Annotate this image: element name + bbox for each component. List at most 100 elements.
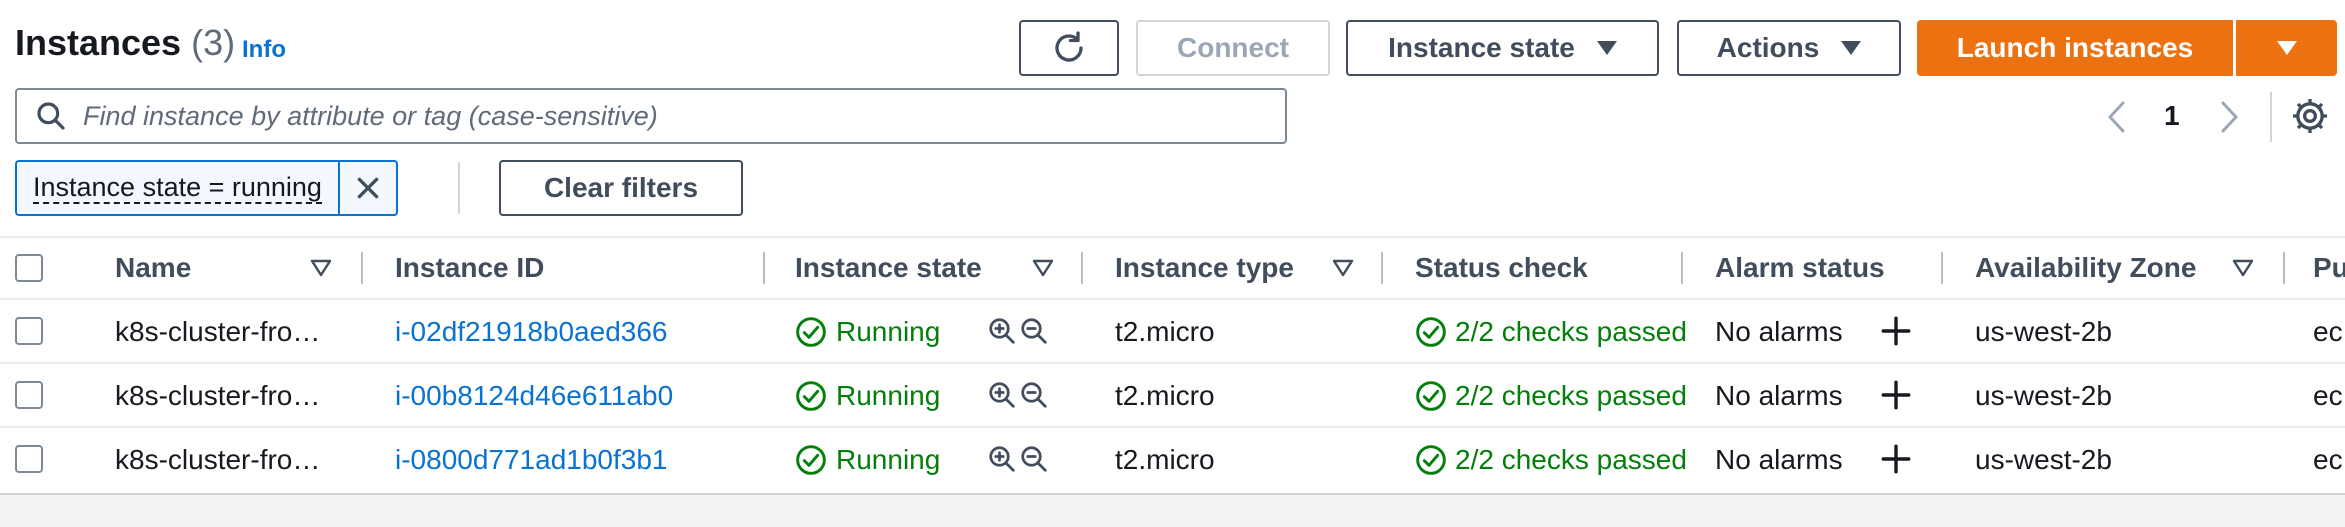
page-number[interactable]: 1: [2164, 100, 2180, 132]
actions-dropdown[interactable]: Actions: [1677, 20, 1901, 76]
zoom-in-icon[interactable]: [987, 380, 1017, 410]
instance-state-value: Running: [836, 444, 941, 475]
sort-caret-icon[interactable]: [309, 258, 333, 278]
instance-state-value: Running: [836, 316, 941, 347]
column-divider[interactable]: [1081, 252, 1083, 284]
launch-instances-label: Launch instances: [1956, 32, 2194, 63]
table-top-border: [0, 236, 2345, 238]
column-divider[interactable]: [1381, 252, 1383, 284]
clear-filters-label: Clear filters: [543, 172, 699, 203]
check-circle-icon: [796, 317, 826, 347]
check-circle-icon: [796, 381, 826, 411]
column-header-public-dns[interactable]: Pu: [2313, 252, 2345, 284]
select-all-checkbox[interactable]: [15, 254, 43, 282]
instance-state-label: Instance state: [1388, 32, 1575, 63]
public-dns-value: ec: [2313, 380, 2343, 411]
check-circle-icon: [1416, 381, 1446, 411]
launch-instances-button[interactable]: Launch instances: [1917, 20, 2233, 76]
plus-icon[interactable]: [1879, 314, 1913, 348]
status-check-value: 2/2 checks passed: [1455, 316, 1687, 347]
public-dns-value: ec: [2313, 316, 2343, 347]
instance-name: k8s-cluster-fro…: [115, 316, 321, 347]
clear-filters-button[interactable]: Clear filters: [499, 160, 743, 216]
page-title-text: Instances: [15, 22, 182, 63]
table-row[interactable]: k8s-cluster-fro… i-02df21918b0aed366 Run…: [0, 300, 2345, 362]
table-row[interactable]: k8s-cluster-fro… i-00b8124d46e611ab0 Run…: [0, 364, 2345, 426]
availability-zone-value: us-west-2b: [1975, 380, 2112, 411]
column-divider[interactable]: [1681, 252, 1683, 284]
sort-caret-icon[interactable]: [1331, 258, 1355, 278]
instance-type-value: t2.micro: [1115, 316, 1215, 347]
column-divider[interactable]: [763, 252, 765, 284]
remove-filter-button[interactable]: [337, 162, 396, 214]
launch-options-dropdown[interactable]: [2236, 20, 2337, 76]
search-input[interactable]: [83, 100, 1263, 132]
chevron-right-icon[interactable]: [2218, 100, 2240, 134]
column-divider[interactable]: [1941, 252, 1943, 284]
availability-zone-value: us-west-2b: [1975, 316, 2112, 347]
instance-state-dropdown[interactable]: Instance state: [1346, 20, 1659, 76]
column-header-instance-id[interactable]: Instance ID: [395, 252, 544, 284]
close-icon: [357, 177, 379, 199]
status-check-value: 2/2 checks passed: [1455, 380, 1687, 411]
instance-id-link[interactable]: i-02df21918b0aed366: [395, 316, 667, 348]
connect-label: Connect: [1177, 32, 1289, 63]
filter-token: Instance state = running: [15, 160, 398, 216]
column-header-status-check[interactable]: Status check: [1415, 252, 1588, 284]
filter-token-label[interactable]: Instance state = running: [17, 162, 338, 214]
row-checkbox[interactable]: [15, 445, 43, 473]
search-field[interactable]: [15, 88, 1287, 144]
actions-label: Actions: [1716, 32, 1820, 63]
table-row[interactable]: k8s-cluster-fro… i-0800d771ad1b0f3b1 Run…: [0, 428, 2345, 490]
zoom-in-icon[interactable]: [987, 316, 1017, 346]
check-circle-icon: [796, 445, 826, 475]
row-checkbox[interactable]: [15, 317, 43, 345]
chevron-left-icon[interactable]: [2106, 100, 2128, 134]
availability-zone-value: us-west-2b: [1975, 444, 2112, 475]
search-icon: [37, 102, 65, 130]
refresh-icon: [1055, 31, 1083, 62]
alarm-status-value: No alarms: [1715, 380, 1843, 411]
caret-down-icon: [1841, 41, 1862, 55]
instance-id-link[interactable]: i-0800d771ad1b0f3b1: [395, 444, 667, 476]
instance-name: k8s-cluster-fro…: [115, 380, 321, 411]
column-divider[interactable]: [361, 252, 363, 284]
column-header-availability-zone[interactable]: Availability Zone: [1975, 252, 2196, 284]
alarm-status-value: No alarms: [1715, 444, 1843, 475]
gear-icon[interactable]: [2290, 96, 2330, 136]
instance-name: k8s-cluster-fro…: [115, 444, 321, 475]
column-header-alarm-status[interactable]: Alarm status: [1715, 252, 1885, 284]
zoom-out-icon[interactable]: [1019, 380, 1049, 410]
page-title: Instances (3): [15, 22, 235, 64]
table-footer: [0, 493, 2345, 527]
sort-caret-icon[interactable]: [2231, 258, 2255, 278]
instance-count: (3): [191, 22, 236, 63]
zoom-in-icon[interactable]: [987, 444, 1017, 474]
column-header-instance-type[interactable]: Instance type: [1115, 252, 1294, 284]
column-divider[interactable]: [2283, 252, 2285, 284]
status-check-value: 2/2 checks passed: [1455, 444, 1687, 475]
refresh-button[interactable]: [1019, 20, 1119, 76]
row-checkbox[interactable]: [15, 381, 43, 409]
connect-button[interactable]: Connect: [1136, 20, 1330, 76]
plus-icon[interactable]: [1879, 442, 1913, 476]
filter-token-text: Instance state = running: [33, 172, 322, 204]
check-circle-icon: [1416, 445, 1446, 475]
pager-divider: [2270, 92, 2272, 142]
zoom-out-icon[interactable]: [1019, 444, 1049, 474]
filter-divider: [458, 162, 460, 214]
instance-type-value: t2.micro: [1115, 380, 1215, 411]
check-circle-icon: [1416, 317, 1446, 347]
instance-type-value: t2.micro: [1115, 444, 1215, 475]
caret-down-icon: [2276, 41, 2297, 55]
caret-down-icon: [1596, 41, 1617, 55]
column-header-name[interactable]: Name: [115, 252, 191, 284]
instance-state-value: Running: [836, 380, 941, 411]
plus-icon[interactable]: [1879, 378, 1913, 412]
alarm-status-value: No alarms: [1715, 316, 1843, 347]
column-header-instance-state[interactable]: Instance state: [795, 252, 982, 284]
sort-caret-icon[interactable]: [1031, 258, 1055, 278]
info-link[interactable]: Info: [242, 36, 286, 64]
zoom-out-icon[interactable]: [1019, 316, 1049, 346]
instance-id-link[interactable]: i-00b8124d46e611ab0: [395, 380, 673, 412]
